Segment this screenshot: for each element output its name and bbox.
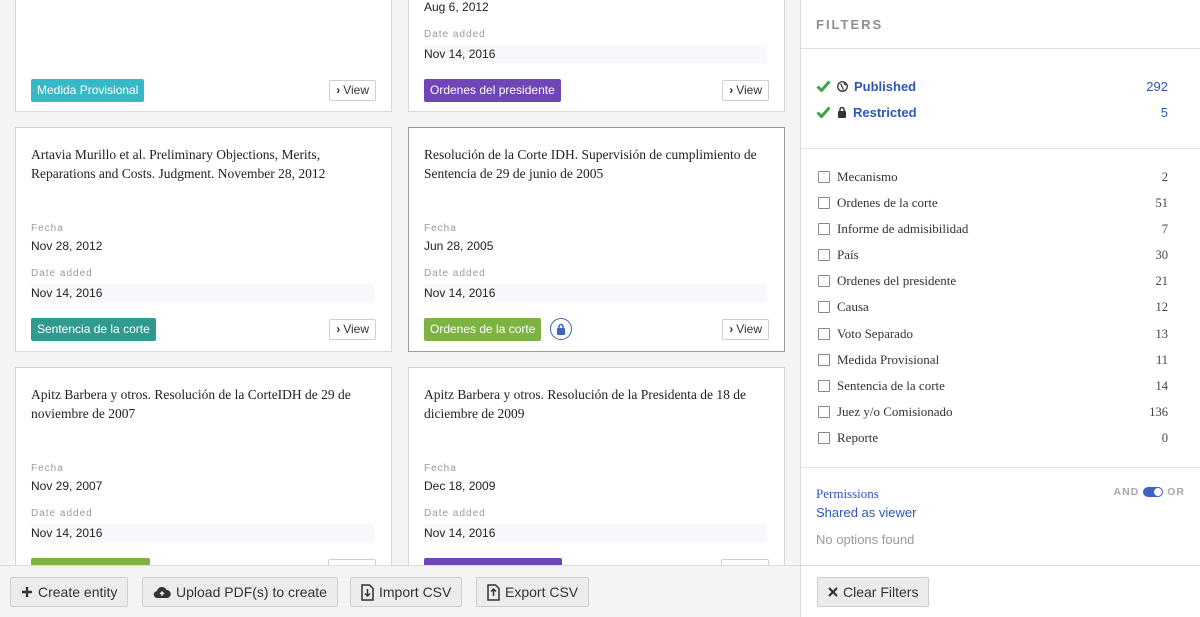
restricted-count: 5 bbox=[1160, 104, 1168, 120]
document-card[interactable]: Aug 6, 2012 Date added Nov 14, 2016 Orde… bbox=[408, 0, 785, 112]
globe-icon bbox=[837, 80, 848, 92]
and-label: AND bbox=[1113, 486, 1140, 498]
checkbox[interactable] bbox=[818, 223, 830, 235]
and-or-switch[interactable]: AND OR bbox=[1114, 486, 1186, 498]
or-label: OR bbox=[1167, 486, 1185, 498]
date-added-label: Date added bbox=[424, 268, 486, 279]
date-added-value: Nov 14, 2016 bbox=[424, 284, 767, 302]
date-value: Jun 28, 2005 bbox=[424, 239, 494, 253]
restricted-filter[interactable]: Restricted 5 bbox=[816, 103, 1168, 121]
type-filter-option[interactable]: Sentencia de la corte 14 bbox=[818, 378, 1168, 394]
type-badge: Ordenes de la corte bbox=[424, 318, 542, 341]
checkbox[interactable] bbox=[818, 301, 830, 313]
published-filter[interactable]: Published 292 bbox=[816, 77, 1168, 95]
type-filter-option[interactable]: Reporte 0 bbox=[818, 430, 1168, 446]
document-card[interactable]: Resolución de la Corte IDH. Supervisión … bbox=[408, 127, 785, 352]
date-value: Aug 6, 2012 bbox=[424, 0, 489, 14]
type-filter-option[interactable]: País 30 bbox=[818, 247, 1168, 263]
type-filter-option[interactable]: Juez y/o Comisionado 136 bbox=[818, 404, 1168, 420]
checkbox[interactable] bbox=[818, 171, 830, 183]
shared-as-viewer-option[interactable]: Shared as viewer bbox=[816, 505, 916, 520]
file-import-icon bbox=[361, 583, 374, 601]
checkbox[interactable] bbox=[818, 432, 830, 444]
restricted-label: Restricted bbox=[853, 104, 917, 120]
type-filter-option[interactable]: Ordenes de la corte 51 bbox=[818, 195, 1168, 211]
and-or-toggle[interactable] bbox=[1143, 487, 1164, 497]
checkbox[interactable] bbox=[818, 380, 830, 392]
type-filter-option[interactable]: Voto Separado 13 bbox=[818, 326, 1168, 342]
date-added-label: Date added bbox=[424, 29, 486, 40]
date-label: Fecha bbox=[31, 223, 64, 234]
date-value: Nov 28, 2012 bbox=[31, 239, 103, 253]
document-title: Apitz Barbera y otros. Resolución de la … bbox=[424, 387, 747, 421]
filters-sidebar: FILTERS Published 292 Restricted 5 Mecan… bbox=[800, 0, 1200, 617]
type-filter-option[interactable]: Ordenes del presidente 21 bbox=[818, 273, 1168, 289]
checkbox[interactable] bbox=[818, 197, 830, 209]
lock-icon bbox=[838, 106, 846, 118]
close-icon bbox=[828, 587, 838, 597]
no-options-text: No options found bbox=[816, 532, 915, 547]
permissions-title: Permissions bbox=[816, 486, 879, 501]
check-icon bbox=[816, 106, 831, 118]
date-added-label: Date added bbox=[424, 508, 486, 519]
check-icon bbox=[816, 80, 831, 92]
date-label: Fecha bbox=[424, 463, 457, 474]
view-button[interactable]: › View bbox=[329, 80, 376, 101]
upload-pdf-button[interactable]: Upload PDF(s) to create bbox=[142, 577, 338, 607]
type-badge: Sentencia de la corte bbox=[31, 318, 156, 341]
date-added-value: Nov 14, 2016 bbox=[424, 45, 767, 63]
divider bbox=[801, 467, 1200, 468]
view-button[interactable]: › View bbox=[722, 319, 769, 340]
date-value: Dec 18, 2009 bbox=[424, 479, 496, 493]
checkbox[interactable] bbox=[818, 275, 830, 287]
lock-icon bbox=[550, 318, 572, 340]
checkbox[interactable] bbox=[818, 328, 830, 340]
bottom-action-bar: Create entity Upload PDF(s) to create Im… bbox=[0, 565, 800, 617]
create-entity-button[interactable]: Create entity bbox=[10, 577, 129, 607]
type-filter-option[interactable]: Causa 12 bbox=[818, 299, 1168, 315]
chevron-right-icon: › bbox=[729, 83, 734, 97]
document-title: Artavia Murillo et al. Preliminary Objec… bbox=[31, 147, 326, 181]
cloud-upload-icon bbox=[153, 586, 171, 598]
type-filter-option[interactable]: Mecanismo 2 bbox=[818, 169, 1168, 185]
date-added-label: Date added bbox=[31, 268, 93, 279]
document-title: Apitz Barbera y otros. Resolución de la … bbox=[31, 387, 351, 421]
published-label: Published bbox=[854, 78, 917, 94]
date-label: Fecha bbox=[424, 223, 457, 234]
document-card[interactable]: Artavia Murillo et al. Preliminary Objec… bbox=[15, 127, 392, 352]
published-count: 292 bbox=[1146, 78, 1168, 94]
filters-title: FILTERS bbox=[816, 17, 884, 32]
sidebar-footer: Clear Filters bbox=[801, 565, 1200, 617]
checkbox[interactable] bbox=[818, 249, 830, 261]
date-added-value: Nov 14, 2016 bbox=[424, 524, 767, 542]
divider bbox=[801, 48, 1200, 49]
view-button[interactable]: › View bbox=[329, 319, 376, 340]
checkbox[interactable] bbox=[818, 354, 830, 366]
divider bbox=[801, 148, 1200, 149]
type-badge: Medida Provisional bbox=[31, 79, 145, 102]
type-filter-option[interactable]: Informe de admisibilidad 7 bbox=[818, 221, 1168, 237]
chevron-right-icon: › bbox=[729, 322, 734, 336]
clear-filters-button[interactable]: Clear Filters bbox=[817, 577, 930, 607]
document-title: Resolución de la Corte IDH. Supervisión … bbox=[424, 147, 757, 181]
file-export-icon bbox=[487, 583, 500, 601]
document-list: Medida Provisional › View Aug 6, 2012 Dat… bbox=[0, 0, 800, 617]
date-added-value: Nov 14, 2016 bbox=[31, 524, 374, 542]
chevron-right-icon: › bbox=[336, 322, 341, 336]
date-label: Fecha bbox=[31, 463, 64, 474]
type-filter-option[interactable]: Medida Provisional 11 bbox=[818, 352, 1168, 368]
date-value: Nov 29, 2007 bbox=[31, 479, 103, 493]
document-card[interactable]: Apitz Barbera y otros. Resolución de la … bbox=[15, 367, 392, 592]
view-button[interactable]: › View bbox=[722, 80, 769, 101]
export-csv-button[interactable]: Export CSV bbox=[476, 577, 590, 607]
date-added-label: Date added bbox=[31, 508, 93, 519]
plus-icon bbox=[22, 587, 32, 597]
import-csv-button[interactable]: Import CSV bbox=[350, 577, 463, 607]
type-badge: Ordenes del presidente bbox=[424, 79, 561, 102]
chevron-right-icon: › bbox=[336, 83, 341, 97]
checkbox[interactable] bbox=[818, 406, 830, 418]
date-added-value: Nov 14, 2016 bbox=[31, 284, 374, 302]
document-card[interactable]: Apitz Barbera y otros. Resolución de la … bbox=[408, 367, 785, 592]
document-card[interactable]: Medida Provisional › View bbox=[15, 0, 392, 112]
